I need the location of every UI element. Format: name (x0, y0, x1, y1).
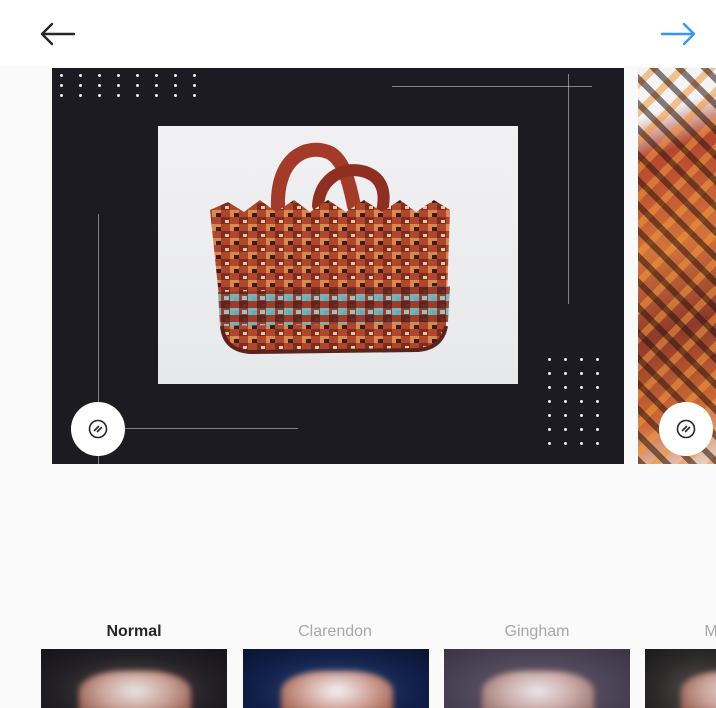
decorative-dot (564, 400, 567, 403)
decorative-dot (79, 84, 82, 87)
filter-thumb-partial[interactable] (645, 649, 716, 708)
thumb-blur-image (681, 671, 716, 708)
product-photo-card (158, 126, 518, 384)
decorative-dot (117, 74, 120, 77)
decorative-dot (596, 400, 599, 403)
thumb-blur-image (281, 671, 393, 708)
decorative-dot (580, 400, 583, 403)
decorative-dot (596, 428, 599, 431)
decorative-dot (60, 74, 63, 77)
filter-label-gingham[interactable]: Gingham (442, 623, 632, 641)
decorative-dot (98, 74, 101, 77)
multi-select-icon (88, 419, 108, 439)
decorative-dot (155, 74, 158, 77)
decorative-dot (596, 386, 599, 389)
thumb-blur-image (482, 671, 594, 708)
decorative-dot (548, 414, 551, 417)
decorative-dot (596, 442, 599, 445)
decorative-dot (193, 94, 196, 97)
multi-select-button[interactable] (659, 402, 713, 456)
decorative-dot (174, 84, 177, 87)
decorative-dot (564, 428, 567, 431)
decorative-dots-top (60, 74, 220, 100)
decorative-dot (193, 74, 196, 77)
decorative-dot (564, 372, 567, 375)
decorative-dot (564, 414, 567, 417)
next-photo-preview[interactable] (638, 68, 716, 464)
filter-label-normal[interactable]: Normal (39, 623, 229, 641)
decorative-dot (136, 74, 139, 77)
thumb-blur-image (79, 671, 191, 708)
decorative-dot (98, 84, 101, 87)
decorative-dot (174, 74, 177, 77)
decorative-dots-bottom (548, 358, 608, 458)
decorative-dot (548, 358, 551, 361)
back-arrow-icon[interactable] (38, 16, 78, 52)
decorative-dot (60, 94, 63, 97)
decorative-dot (580, 372, 583, 375)
decorative-dot (596, 358, 599, 361)
multi-select-button[interactable] (71, 402, 125, 456)
filter-thumb-normal[interactable] (41, 649, 227, 708)
decorative-dot (136, 84, 139, 87)
decorative-dot (155, 94, 158, 97)
decorative-line (568, 74, 569, 304)
decorative-dot (60, 84, 63, 87)
decorative-dot (136, 94, 139, 97)
top-bar (0, 0, 716, 66)
decorative-dot (580, 358, 583, 361)
decorative-dot (596, 414, 599, 417)
filter-thumb-gingham[interactable] (444, 649, 630, 708)
decorative-dot (98, 94, 101, 97)
filter-label-partial[interactable]: M (616, 623, 716, 641)
decorative-dot (548, 372, 551, 375)
decorative-dot (117, 94, 120, 97)
decorative-line (392, 86, 592, 87)
selected-photo[interactable] (52, 68, 624, 464)
decorative-dot (155, 84, 158, 87)
decorative-dot (580, 442, 583, 445)
decorative-line (112, 428, 298, 429)
decorative-dot (564, 442, 567, 445)
decorative-dot (174, 94, 177, 97)
filter-label-clarendon[interactable]: Clarendon (240, 623, 430, 641)
decorative-dot (79, 74, 82, 77)
decorative-dot (548, 442, 551, 445)
decorative-dot (193, 84, 196, 87)
decorative-dot (580, 414, 583, 417)
decorative-dot (548, 386, 551, 389)
decorative-dot (564, 386, 567, 389)
decorative-dot (564, 358, 567, 361)
decorative-dot (117, 84, 120, 87)
decorative-dot (580, 386, 583, 389)
woven-basket-image (210, 142, 450, 355)
multi-select-icon (676, 419, 696, 439)
decorative-dot (580, 428, 583, 431)
filter-thumb-clarendon[interactable] (243, 649, 429, 708)
decorative-dot (548, 400, 551, 403)
next-arrow-icon[interactable] (658, 16, 698, 52)
decorative-dot (79, 94, 82, 97)
decorative-dot (548, 428, 551, 431)
decorative-dot (596, 372, 599, 375)
